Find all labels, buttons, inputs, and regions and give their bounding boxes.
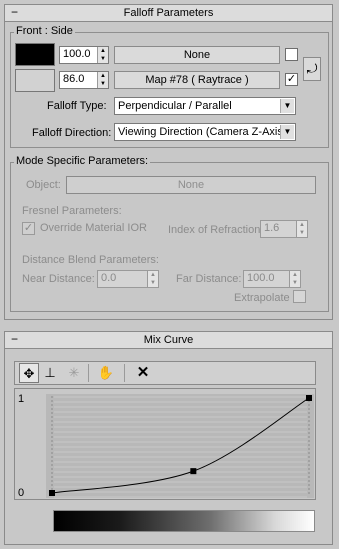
falloff-direction-dropdown[interactable]: Viewing Direction (Camera Z-Axis) ▼ bbox=[114, 123, 296, 141]
swap-icon: ⤾ bbox=[306, 61, 318, 76]
side-map-checkbox[interactable]: ✓ bbox=[285, 73, 298, 86]
far-distance-label: Far Distance: bbox=[176, 273, 242, 285]
scale-vertical-icon: ⊥ bbox=[44, 365, 56, 380]
insert-point-button[interactable]: ✳ bbox=[64, 363, 84, 383]
rollout-title: Falloff Parameters bbox=[123, 7, 214, 19]
side-map-button[interactable]: Map #78 ( Raytrace ) bbox=[114, 71, 280, 89]
front-map-checkbox[interactable] bbox=[285, 48, 298, 61]
insert-point-icon: ✳ bbox=[68, 365, 80, 380]
falloff-type-dropdown[interactable]: Perpendicular / Parallel ▼ bbox=[114, 97, 296, 115]
move-icon: ✥ bbox=[23, 366, 35, 381]
spinner-arrows-icon[interactable]: ▲ ▼ bbox=[147, 271, 158, 287]
collapse-icon: − bbox=[11, 5, 19, 19]
move-tool-button[interactable]: ✥ bbox=[19, 363, 39, 383]
swap-colors-button[interactable]: ⤾ bbox=[303, 57, 321, 81]
mix-gradient-bar bbox=[53, 510, 315, 532]
fresnel-title: Fresnel Parameters: bbox=[22, 205, 122, 217]
near-distance-spinner[interactable]: 0.0 ▲ ▼ bbox=[97, 270, 159, 288]
far-distance-spinner[interactable]: 100.0 ▲ ▼ bbox=[243, 270, 301, 288]
spinner-arrows-icon[interactable]: ▲ ▼ bbox=[296, 221, 307, 237]
delete-icon: ✕ bbox=[136, 364, 150, 381]
extrapolate-checkbox[interactable] bbox=[293, 290, 306, 303]
mix-curve-rollout-header[interactable]: − Mix Curve bbox=[4, 331, 333, 349]
pan-button[interactable]: ✋ bbox=[96, 363, 116, 383]
falloff-rollout-header[interactable]: − Falloff Parameters bbox=[4, 4, 333, 22]
rollout-title: Mix Curve bbox=[143, 334, 194, 346]
override-ior-checkbox[interactable]: ✓ bbox=[22, 222, 35, 235]
spinner-arrows-icon[interactable]: ▲ ▼ bbox=[97, 72, 108, 88]
graph-gridlines bbox=[54, 396, 307, 498]
ior-label: Index of Refraction bbox=[168, 224, 261, 236]
mix-curve-graph[interactable] bbox=[46, 394, 314, 498]
curve-control-point[interactable] bbox=[49, 490, 55, 496]
front-color-swatch[interactable] bbox=[15, 43, 55, 66]
front-side-title: Front : Side bbox=[14, 25, 75, 37]
ior-spinner[interactable]: 1.6 ▲ ▼ bbox=[260, 220, 308, 238]
object-label: Object: bbox=[26, 179, 61, 191]
y-max-label: 1 bbox=[18, 393, 25, 405]
front-amount-spinner[interactable]: 100.0 ▲ ▼ bbox=[59, 46, 109, 64]
y-min-label: 0 bbox=[18, 487, 25, 499]
spinner-arrows-icon[interactable]: ▲ ▼ bbox=[289, 271, 300, 287]
override-ior-label: Override Material IOR bbox=[40, 222, 147, 234]
curve-control-point[interactable] bbox=[306, 395, 312, 401]
extrapolate-label: Extrapolate bbox=[234, 292, 290, 304]
side-amount-spinner[interactable]: 86.0 ▲ ▼ bbox=[59, 71, 109, 89]
curve-control-point[interactable] bbox=[190, 468, 197, 475]
scale-tool-button[interactable]: ⊥ bbox=[40, 363, 60, 383]
object-pick-button[interactable]: None bbox=[66, 176, 316, 194]
mode-specific-title: Mode Specific Parameters: bbox=[14, 155, 151, 167]
front-map-button[interactable]: None bbox=[114, 46, 280, 64]
toolbar-separator bbox=[124, 364, 125, 382]
chevron-down-icon[interactable]: ▼ bbox=[280, 125, 294, 139]
distance-blend-title: Distance Blend Parameters: bbox=[22, 254, 159, 266]
falloff-type-label: Falloff Type: bbox=[47, 100, 107, 112]
near-distance-label: Near Distance: bbox=[22, 273, 95, 285]
spinner-arrows-icon[interactable]: ▲ ▼ bbox=[97, 47, 108, 63]
toolbar-separator bbox=[88, 364, 89, 382]
falloff-direction-label: Falloff Direction: bbox=[32, 127, 112, 139]
delete-point-button[interactable]: ✕ bbox=[133, 363, 153, 383]
collapse-icon: − bbox=[11, 332, 19, 346]
side-color-swatch[interactable] bbox=[15, 69, 55, 92]
pan-hand-icon: ✋ bbox=[97, 365, 115, 380]
chevron-down-icon[interactable]: ▼ bbox=[280, 99, 294, 113]
